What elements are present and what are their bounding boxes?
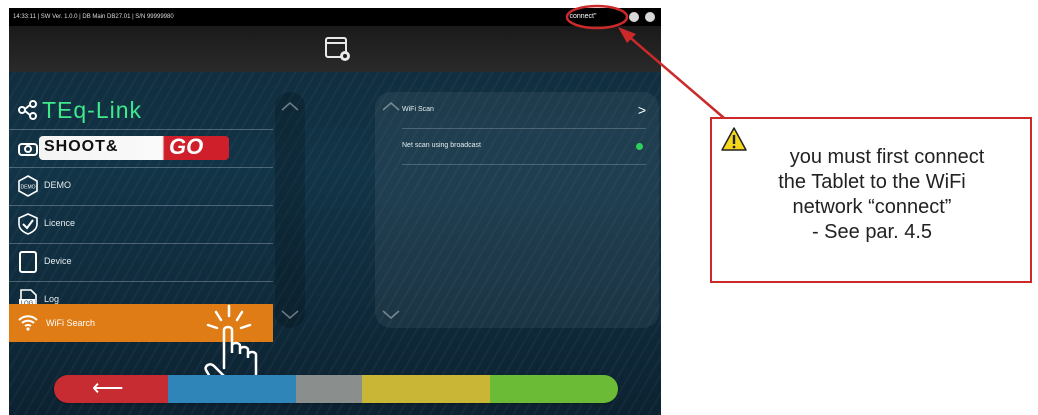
status-indicator-1 [629,12,639,22]
callout-line-4: - See par. 4.5 [811,221,933,243]
share-icon [18,100,37,120]
menu-item-licence[interactable]: Licence [9,206,273,244]
chevron-up-icon[interactable] [381,101,401,111]
shoot-go-item[interactable]: SHOOT& GO [9,130,273,168]
status-info: 14:33:11 | SW Ver. 1.0.0 | DB Main DB27.… [13,14,174,20]
callout-message: you must first connect the Tablet to the… [722,145,1022,245]
menu-item-label: DEMO [44,180,71,190]
licence-check-icon [18,213,38,235]
menu-item-demo[interactable]: DEMO DEMO [9,168,273,206]
menu-item-label: Licence [44,218,76,228]
wifi-scan-row[interactable]: WiFi Scan > [402,92,646,129]
chevron-up-icon[interactable] [280,101,300,111]
menu-item-label: Device [44,256,72,266]
wifi-icon [18,315,38,331]
broadcast-toggle[interactable] [636,143,643,150]
callout-box: you must first connect the Tablet to the… [710,117,1032,283]
wifi-network-name: "connect" [567,13,597,20]
teq-link-logo: TEq-Link [42,97,143,123]
callout-line-1: you must first connect [789,146,985,168]
settings-window-icon[interactable] [323,34,353,64]
demo-icon: DEMO [18,175,38,197]
car-icon [18,143,38,156]
svg-text:DEMO: DEMO [21,185,36,191]
wifi-scan-label: WiFi Scan [402,106,434,113]
bottom-yellow-button[interactable] [362,375,490,403]
status-bar: 14:33:11 | SW Ver. 1.0.0 | DB Main DB27.… [9,8,661,26]
chevron-right-icon: > [637,102,646,118]
chevron-down-icon[interactable] [280,310,300,320]
left-menu: TEq-Link SHOOT& GO DEMO DEMO Licence Dev… [9,92,273,320]
shoot-go-logo-text: SHOOT& [44,138,119,155]
left-scroll-track[interactable] [275,92,305,328]
net-scan-broadcast-label: Net scan using broadcast [402,142,481,149]
net-scan-broadcast-row[interactable]: Net scan using broadcast [402,128,646,165]
bottom-nav-bar: ⟵ [54,375,618,403]
menu-item-label: WiFi Search [46,318,96,328]
bottom-green-button[interactable] [490,375,618,403]
go-logo-text: GO [169,134,204,159]
bottom-blue-button[interactable] [168,375,296,403]
callout-line-3: network “connect” [792,196,952,218]
status-indicator-2 [645,12,655,22]
menu-item-device[interactable]: Device [9,244,273,282]
chevron-down-icon[interactable] [381,310,401,320]
back-arrow-icon: ⟵ [92,375,124,400]
settings-panel: WiFi Scan > Net scan using broadcast [375,92,659,328]
tablet-device-icon [19,251,37,273]
menu-item-label: Log [44,294,60,304]
callout-line-2: the Tablet to the WiFi [778,171,966,193]
tablet-screen: 14:33:11 | SW Ver. 1.0.0 | DB Main DB27.… [9,8,661,415]
bottom-gray-button[interactable] [296,375,362,403]
teq-link-item[interactable]: TEq-Link [9,92,273,130]
header-bar [9,26,661,72]
back-button[interactable]: ⟵ [54,375,168,403]
